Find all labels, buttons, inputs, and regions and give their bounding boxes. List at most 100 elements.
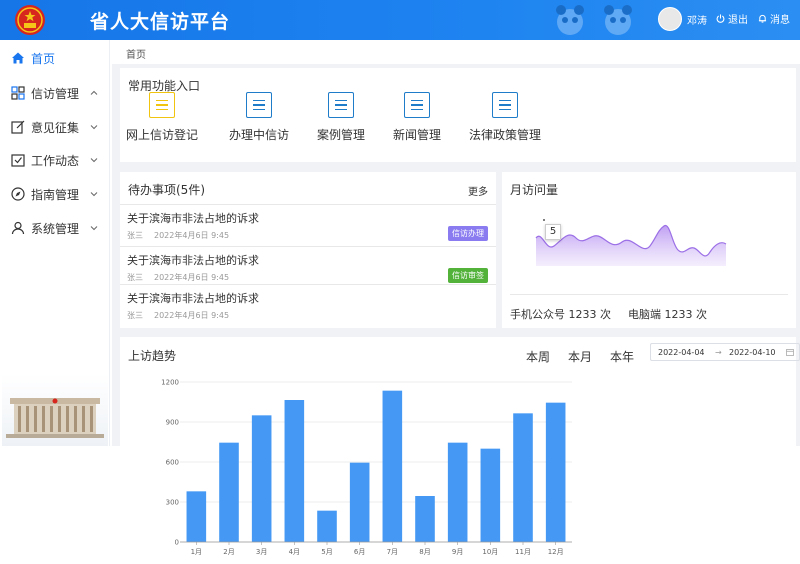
bell-icon: [758, 14, 767, 23]
great-hall-illustration-icon: [2, 374, 108, 446]
range-week-button[interactable]: 本周: [526, 348, 550, 365]
monthly-visits-area: [536, 225, 726, 266]
quick-access-online-registration[interactable]: 网上信访登记: [126, 92, 198, 143]
x-tick-label: 9月: [452, 548, 463, 556]
sidebar-item-label: 工作动态: [31, 153, 80, 168]
quick-access-in-progress[interactable]: 办理中信访: [229, 92, 289, 143]
date-range-picker[interactable]: 2022-04-04 → 2022-04-10: [650, 343, 800, 361]
sidebar-item-label: 信访管理: [31, 86, 80, 101]
quick-access-news-management[interactable]: 新闻管理: [393, 92, 441, 143]
todo-item-date: 2022年4月6日 9:45: [154, 311, 230, 320]
date-separator: →: [715, 348, 722, 357]
quick-access-label: 网上信访登记: [126, 128, 199, 142]
panda-decoration-icon: [556, 5, 584, 35]
user-icon: [11, 221, 25, 235]
sidebar-item-label: 意见征集: [31, 120, 80, 135]
date-start: 2022-04-04: [658, 348, 705, 357]
y-tick-label: 900: [166, 419, 179, 427]
app-title: 省人大信访平台: [90, 11, 231, 33]
document-icon: [246, 92, 272, 118]
y-tick-label: 600: [166, 459, 179, 467]
y-tick-label: 1200: [161, 379, 179, 387]
x-tick-label: 8月: [419, 548, 430, 556]
bar-2[interactable]: [219, 442, 239, 542]
range-year-button[interactable]: 本年: [610, 348, 634, 365]
x-tick-label: 10月: [482, 548, 498, 556]
calendar-icon: [786, 349, 794, 356]
sidebar-item-system-management[interactable]: 系统管理: [0, 213, 110, 243]
todo-item-title: 关于滨海市非法占地的诉求: [127, 212, 259, 225]
sidebar-item-label: 系统管理: [31, 221, 80, 236]
chevron-down-icon: [90, 158, 98, 163]
bar-8[interactable]: [415, 496, 435, 542]
sparkline-tooltip: 5: [545, 224, 561, 240]
todo-item-date: 2022年4月6日 9:45: [154, 273, 230, 282]
document-icon: [404, 92, 430, 118]
divider: [510, 294, 788, 295]
power-icon: [716, 14, 725, 23]
x-tick-label: 6月: [354, 548, 365, 556]
quick-access-label: 新闻管理: [393, 128, 442, 142]
todo-item[interactable]: 关于滨海市非法占地的诉求 张三 2022年4月6日 9:45 信访审签: [120, 246, 496, 286]
messages-label: 消息: [770, 15, 790, 26]
compass-icon: [11, 187, 25, 201]
chevron-down-icon: [90, 226, 98, 231]
todo-card: 待办事项(5件) 更多 关于滨海市非法占地的诉求 张三 2022年4月6日 9:…: [120, 172, 496, 328]
todo-item-person: 张三: [127, 273, 143, 282]
trend-bar-chart: 0 300 600 900 1200 1月 2月 3月 4月 5月 6月 7月 8月 9月 10月 11月 12…: [161, 379, 572, 556]
user-avatar[interactable]: [658, 7, 682, 31]
messages-button[interactable]: 消息: [758, 11, 790, 26]
bar-6[interactable]: [349, 462, 370, 542]
x-tick-label: 3月: [256, 548, 267, 556]
national-emblem-icon: [15, 5, 45, 35]
quick-access-card: 常用功能入口 网上信访登记 办理中信访 案例管理 新闻管理 法律政策管理: [120, 68, 796, 162]
quick-access-label: 案例管理: [317, 128, 366, 142]
document-icon: [149, 92, 175, 118]
todo-item-date: 2022年4月6日 9:45: [154, 231, 230, 240]
x-tick-label: 5月: [321, 548, 332, 556]
monthly-visits-title: 月访问量: [510, 183, 559, 197]
bar-7[interactable]: [382, 390, 403, 542]
todo-item-title: 关于滨海市非法占地的诉求: [127, 254, 259, 267]
x-tick-label: 7月: [387, 548, 398, 556]
bar-5[interactable]: [317, 510, 337, 542]
bar-12[interactable]: [545, 402, 566, 542]
todo-item[interactable]: 关于滨海市非法占地的诉求 张三 2022年4月6日 9:45 信访办理: [120, 204, 496, 244]
sidebar-item-work-updates[interactable]: 工作动态: [0, 145, 110, 175]
quick-access-label: 办理中信访: [229, 128, 290, 142]
bar-3[interactable]: [251, 415, 272, 542]
bar-11[interactable]: [513, 413, 533, 542]
todo-item-tag: 信访审签: [448, 268, 488, 283]
x-tick-label: 4月: [289, 548, 300, 556]
todo-item-tag: 信访办理: [448, 226, 488, 241]
y-tick-label: 300: [166, 499, 179, 507]
quick-access-case-management[interactable]: 案例管理: [317, 92, 365, 143]
sidebar-item-home[interactable]: 首页: [0, 43, 110, 73]
sidebar-item-petition-management[interactable]: 信访管理: [0, 78, 110, 108]
sidebar-item-label: 首页: [31, 51, 56, 66]
checkbox-icon: [11, 154, 25, 167]
logout-button[interactable]: 退出: [716, 11, 748, 26]
sidebar: 首页 信访管理 意见征集 工作动态 指南管理 系统管理: [0, 40, 110, 446]
edit-icon: [11, 120, 25, 134]
breadcrumb: 首页: [112, 40, 800, 64]
quick-access-law-policy[interactable]: 法律政策管理: [469, 92, 541, 143]
user-name[interactable]: 邓涛: [687, 12, 707, 27]
range-month-button[interactable]: 本月: [568, 348, 592, 365]
todo-item[interactable]: 关于滨海市非法占地的诉求 张三 2022年4月6日 9:45: [120, 284, 496, 324]
sidebar-item-opinion-collection[interactable]: 意见征集: [0, 112, 110, 142]
app-header: 省人大信访平台 邓涛 退出 消息: [0, 0, 800, 40]
pc-visits-stat: 电脑端 1233 次: [628, 308, 707, 321]
todo-item-title: 关于滨海市非法占地的诉求: [127, 292, 259, 305]
sidebar-item-guide-management[interactable]: 指南管理: [0, 179, 110, 209]
bar-10[interactable]: [480, 448, 501, 542]
sidebar-item-label: 指南管理: [31, 187, 80, 202]
bar-4[interactable]: [284, 400, 305, 542]
bar-1[interactable]: [186, 491, 207, 542]
monthly-visits-card: 月访问量 5 手机公众号 1233 次 电脑端 1233 次: [502, 172, 796, 328]
home-icon: [12, 52, 24, 64]
todo-more-link[interactable]: 更多: [468, 183, 488, 198]
x-tick-label: 1月: [191, 548, 202, 556]
bar-9[interactable]: [447, 442, 468, 542]
x-tick-label: 11月: [515, 548, 531, 556]
